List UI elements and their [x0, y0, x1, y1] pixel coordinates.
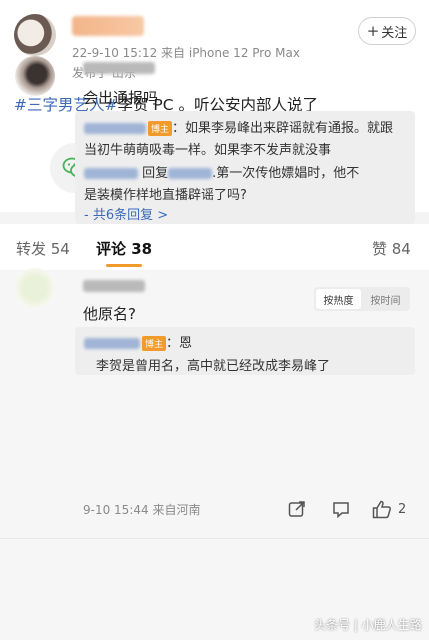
active-tab-indicator: [106, 264, 142, 267]
reply-text: ：如果李易峰出来辟谣就有通报。就跟: [172, 121, 394, 136]
comment-text: 他原名?: [83, 305, 136, 323]
op-badge: 博主: [142, 336, 167, 351]
engagement-tabs: 转发 54 评论 38 赞 84: [0, 224, 429, 270]
reply-thread[interactable]: 博主 ：恩 李贺是曾用名，高中就已经改成李易峰了: [75, 327, 415, 375]
follow-button[interactable]: + 关注: [358, 17, 416, 45]
reply-to-label: 回复: [142, 166, 169, 181]
follow-label: 关注: [381, 25, 408, 41]
commenter-avatar[interactable]: [15, 268, 55, 308]
reply-thread[interactable]: 博主 ：如果李易峰出来辟谣就有通报。就跟 当初牛萌萌吸毒一样。如果李不发声就没事 …: [75, 111, 415, 224]
tab-comment[interactable]: 评论 38: [96, 238, 152, 259]
reply-line: 是装模作样地直播辟谣了吗?: [84, 188, 247, 203]
like-count: 2: [398, 502, 407, 517]
commenter-name-blurred[interactable]: [83, 62, 155, 74]
commenter-name-blurred[interactable]: [83, 280, 145, 292]
author-avatar[interactable]: [14, 14, 56, 56]
comment-actions: 2: [288, 500, 418, 520]
tab-repost[interactable]: 转发 54: [16, 238, 70, 259]
commenter-avatar[interactable]: [15, 56, 55, 96]
share-icon[interactable]: [288, 500, 306, 522]
op-badge: 博主: [148, 121, 173, 136]
like-icon[interactable]: [372, 500, 392, 523]
comment-icon[interactable]: [332, 500, 350, 522]
reply-author-blurred[interactable]: [84, 123, 146, 134]
post-meta-time: 22-9-10 15:12 来自 iPhone 12 Pro Max: [72, 46, 300, 60]
comment-divider: [0, 538, 429, 539]
reply-text: ：恩: [166, 336, 193, 351]
reply-line: 博主 ：如果李易峰出来辟谣就有通报。就跟: [84, 117, 393, 136]
reply-author-blurred[interactable]: [84, 338, 140, 349]
tab-like[interactable]: 赞 84: [372, 238, 411, 259]
sort-by-hot[interactable]: 按热度: [316, 289, 361, 309]
reply-target-blurred[interactable]: [168, 168, 213, 179]
reply-author-blurred[interactable]: [84, 168, 138, 179]
reply-line: 李贺是曾用名，高中就已经改成李易峰了: [96, 359, 331, 374]
sort-toggle: 按热度 按时间: [314, 287, 410, 311]
reply-text: .第一次传他嫖娼时，他不: [212, 166, 360, 181]
more-replies-link[interactable]: - 共6条回复 >: [84, 204, 168, 223]
comments-section: 按热度 按时间: [0, 270, 429, 640]
reply-line: 博主 ：恩: [84, 332, 192, 351]
sort-by-time[interactable]: 按时间: [363, 289, 408, 309]
author-name-blurred[interactable]: [72, 16, 144, 36]
comment-text: 会出通报吗: [83, 89, 159, 107]
comment-footer: 9-10 15:44 来自河南: [83, 503, 201, 517]
reply-line: 回复 .第一次传他嫖娼时，他不: [84, 162, 359, 181]
reply-line: 当初牛萌萌吸毒一样。如果李不发声就没事: [84, 143, 332, 158]
watermark: 头条号 | 小鹿人生路: [314, 618, 422, 632]
plus-icon: +: [366, 22, 380, 40]
